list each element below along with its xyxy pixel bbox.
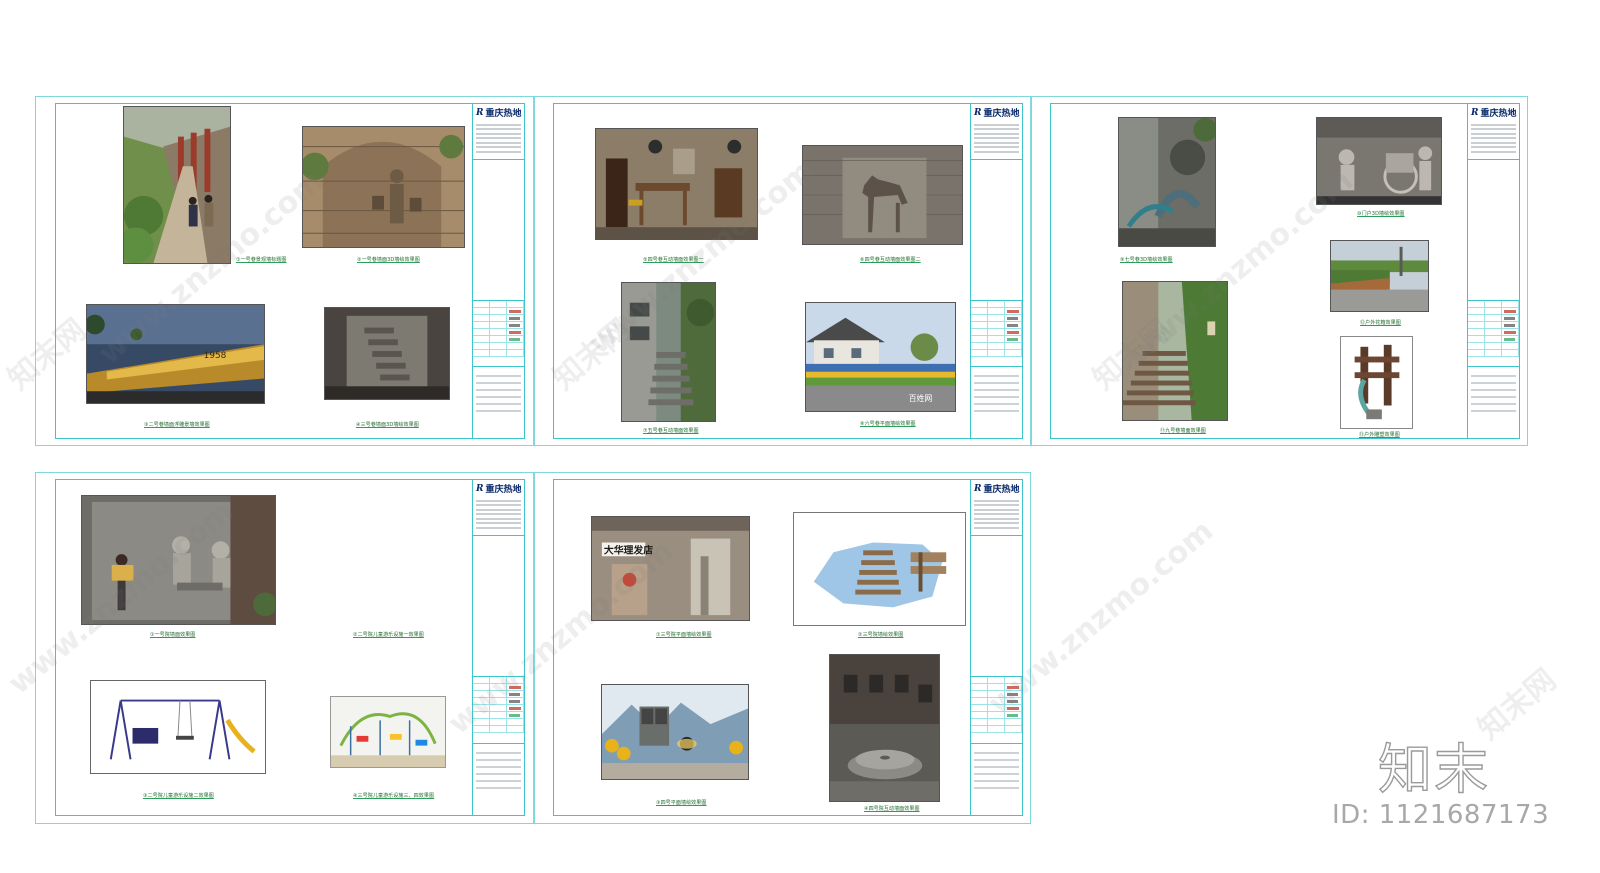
photo-alley-couple — [123, 106, 231, 264]
photo-3d-bridge-painting — [793, 512, 966, 626]
photo-swing-set — [90, 680, 266, 774]
photo-sunflower-wall-painting — [601, 684, 749, 780]
company-logo-icon: R — [974, 483, 982, 494]
title-block: R 重庆热地 — [472, 480, 524, 815]
company-logo-icon: R — [476, 107, 484, 118]
company-logo-icon: R — [974, 107, 982, 118]
caption: ⑩门户3D墙绘效果图 — [1357, 211, 1405, 217]
caption: ①一号巷景观墙标题图 — [236, 257, 287, 263]
caption: ③四号平面墙绘效果图 — [656, 800, 707, 806]
photo-watermark-text: 百姓网 — [909, 393, 933, 403]
caption: ④三号院儿童游乐设施三、四效果图 — [353, 793, 435, 799]
photo-garden-staircase — [1122, 281, 1228, 421]
caption: ⑤四号巷互动墙面效果图一 — [643, 257, 704, 263]
company-logo-text: 重庆热地 — [983, 109, 1020, 119]
company-logo-text: 重庆热地 — [485, 109, 522, 119]
caption: ⑥四号巷互动墙面效果图二 — [860, 257, 921, 263]
photo-planter-box-street — [1330, 240, 1429, 312]
photo-sculpture-gate — [1340, 336, 1413, 429]
barbershop-sign-text: 大华理发店 — [604, 543, 653, 556]
year-marker-text: 1958 — [204, 351, 227, 361]
caption: ⑫户外花箱效果图 — [1360, 320, 1401, 326]
photo-chess-relief-wall — [81, 495, 276, 625]
photo-relief-wall-porter — [302, 126, 465, 248]
caption: ④三号巷墙面3D墙绘效果图 — [356, 422, 419, 428]
company-logo-text: 重庆热地 — [983, 485, 1020, 495]
caption: ①一号院墙面效果图 — [150, 632, 196, 638]
caption: ②三号院墙绘效果图 — [858, 632, 904, 638]
caption: ②一号巷墙面3D墙绘效果图 — [357, 257, 420, 263]
company-logo-text: 重庆热地 — [1480, 109, 1517, 119]
photo-rickshaw-relief — [1316, 117, 1442, 205]
caption: ⑨七号巷3D墙绘效果图 — [1120, 257, 1173, 263]
title-block: R 重庆热地 — [1467, 104, 1519, 438]
photo-3d-stair-wall — [1118, 117, 1216, 247]
company-logo-text: 重庆热地 — [485, 485, 522, 495]
caption: ⑦五号巷互动墙面效果图 — [643, 428, 699, 434]
caption: ②二号院儿童游乐设施一效果图 — [353, 632, 424, 638]
photo-playground-equipment — [330, 696, 446, 768]
photo-millstone-courtyard — [829, 654, 940, 802]
photo-vintage-wall-furniture — [595, 128, 758, 240]
brand-logo-watermark: 知末 — [1377, 737, 1490, 801]
photo-painted-village-wall: 百姓网 — [805, 302, 956, 412]
title-block: R 重庆热地 — [472, 104, 524, 438]
caption: ①三号院平面墙绘效果图 — [656, 632, 712, 638]
company-logo-icon: R — [1471, 107, 1479, 118]
caption: ⑧六号巷平面墙绘效果图 — [860, 421, 916, 427]
photo-3d-wall-painting-stairs — [324, 307, 450, 400]
photo-night-landscape-wall: 1958 — [86, 304, 265, 404]
photo-barbershop-wall-painting: 大华理发店 — [591, 516, 750, 621]
photo-horse-relief-wall — [802, 145, 963, 245]
company-logo-icon: R — [476, 483, 484, 494]
caption: ④四号院互动墙面效果图 — [864, 806, 920, 812]
caption: ③二号巷墙面浮雕景墙效果图 — [144, 422, 210, 428]
caption: ③二号院儿童游乐设施二效果图 — [143, 793, 214, 799]
title-block: R 重庆热地 — [970, 104, 1022, 438]
caption: ⑬户外雕塑效果图 — [1359, 432, 1400, 438]
caption: ⑪九号巷墙面效果图 — [1160, 428, 1206, 434]
title-block: R 重庆热地 — [970, 480, 1022, 815]
resource-id-text: ID: 1121687173 — [1332, 800, 1550, 830]
photo-stone-stairs-alley — [621, 282, 716, 422]
